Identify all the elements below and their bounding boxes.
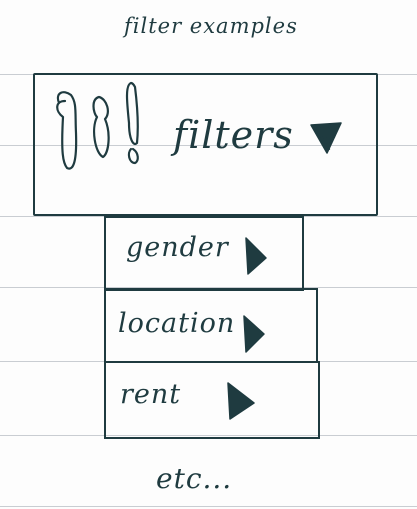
ruled-line — [0, 506, 417, 507]
filter-option-rent[interactable]: rent — [104, 361, 320, 439]
more-options-note: etc... — [156, 462, 233, 495]
filter-label: filters — [173, 113, 294, 157]
filter-option-label: location — [118, 308, 236, 339]
filter-dropdown[interactable]: filters — [33, 73, 378, 216]
filter-option-label: rent — [120, 379, 182, 410]
triangle-down-icon[interactable] — [307, 119, 347, 159]
filter-option-gender[interactable]: gender — [104, 216, 304, 291]
filter-option-label: gender — [126, 232, 229, 263]
page-title: filter examples — [124, 14, 298, 38]
triangle-right-icon — [245, 237, 267, 275]
filter-option-location[interactable]: location — [104, 288, 318, 363]
triangle-right-icon — [227, 382, 255, 420]
triangle-right-icon — [243, 315, 265, 353]
